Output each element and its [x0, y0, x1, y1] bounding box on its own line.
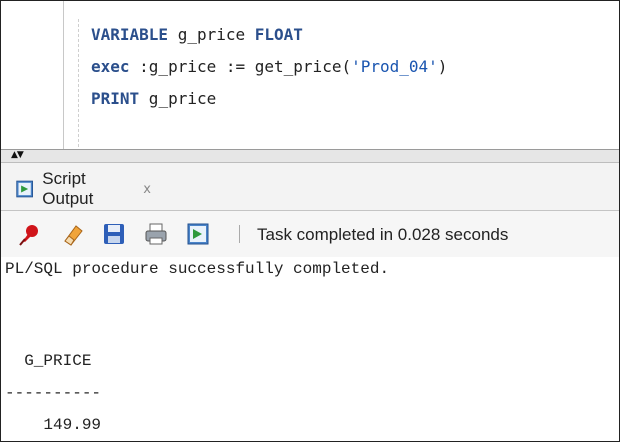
output-column-header: G_PRICE	[5, 352, 92, 370]
string-literal: 'Prod_04'	[351, 57, 438, 76]
print-icon[interactable]	[143, 221, 169, 247]
keyword: PRINT	[91, 89, 140, 108]
code-text: g_price	[139, 89, 217, 108]
code-line-3: PRINT g_price	[91, 89, 216, 109]
line-gutter	[63, 1, 64, 149]
output-line: PL/SQL procedure successfully completed.	[5, 260, 390, 278]
output-toolbar: Task completed in 0.028 seconds	[1, 211, 619, 257]
output-tab-bar: Script Output x	[1, 163, 619, 211]
script-icon[interactable]	[185, 221, 211, 247]
keyword: VARIABLE	[91, 25, 169, 44]
splitter-arrows-icon[interactable]: ▲▼	[11, 150, 24, 160]
pin-icon[interactable]	[17, 221, 43, 247]
code-text: g_price	[168, 25, 255, 44]
code-line-1: VARIABLE g_price FLOAT	[91, 25, 303, 45]
sql-developer-panel: VARIABLE g_price FLOAT exec :g_price := …	[0, 0, 620, 442]
eraser-icon[interactable]	[59, 221, 85, 247]
task-status: Task completed in 0.028 seconds	[257, 225, 509, 244]
save-icon[interactable]	[101, 221, 127, 247]
sql-worksheet-editor[interactable]: VARIABLE g_price FLOAT exec :g_price := …	[1, 1, 619, 149]
script-output-area[interactable]: PL/SQL procedure successfully completed.…	[1, 257, 619, 441]
output-value: 149.99	[5, 416, 102, 434]
panel-splitter[interactable]: ▲▼	[1, 149, 619, 163]
close-icon[interactable]: x	[143, 182, 151, 197]
code-line-2: exec :g_price := get_price('Prod_04')	[91, 57, 447, 77]
script-output-icon	[16, 180, 33, 198]
code-text: :g_price := get_price(	[129, 57, 352, 76]
tab-script-output[interactable]: Script Output x	[1, 169, 151, 209]
keyword: FLOAT	[254, 25, 303, 44]
code-text: )	[437, 57, 448, 76]
toolbar-separator	[239, 225, 240, 243]
keyword: exec	[91, 57, 130, 76]
output-separator: ----------	[5, 384, 102, 402]
fold-guide	[78, 19, 79, 147]
tab-label: Script Output	[42, 169, 94, 208]
